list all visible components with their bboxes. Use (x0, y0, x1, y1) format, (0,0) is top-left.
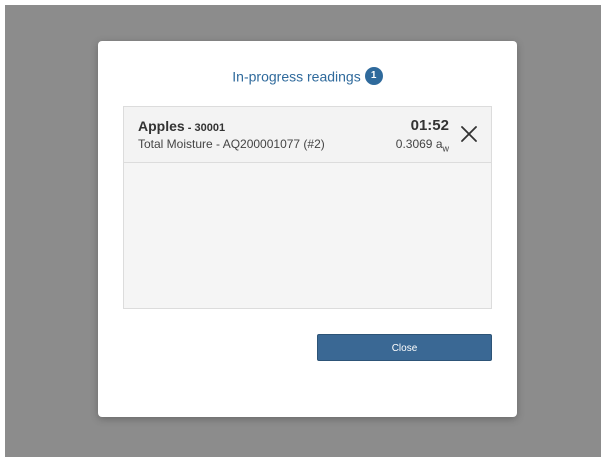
test-description: Total Moisture - AQ200001077 (#2) (138, 137, 325, 151)
sample-separator: - (184, 122, 195, 134)
sample-name: Apples (138, 118, 185, 134)
aw-subscript: w (442, 143, 450, 154)
water-activity-value: 0.3069 aw (396, 137, 449, 153)
in-progress-readings-dialog: In-progress readings 1 Apples - 30001 Tot… (98, 41, 517, 417)
close-button[interactable]: Close (317, 334, 492, 361)
sample-id: 30001 (194, 122, 226, 134)
close-icon (461, 126, 477, 142)
aw-number: 0.3069 a (395, 137, 443, 151)
remove-reading-button[interactable] (459, 124, 479, 144)
dialog-title-text: In-progress readings (232, 68, 361, 85)
dialog-title: In-progress readings 1 (98, 66, 517, 86)
list-item[interactable]: Apples - 30001 Total Moisture - AQ200001… (124, 107, 491, 163)
sample-line: Apples - 30001 (138, 118, 225, 136)
readings-list: Apples - 30001 Total Moisture - AQ200001… (123, 106, 492, 309)
readings-count-badge: 1 (364, 67, 383, 86)
reading-timer: 01:52 (410, 117, 449, 134)
